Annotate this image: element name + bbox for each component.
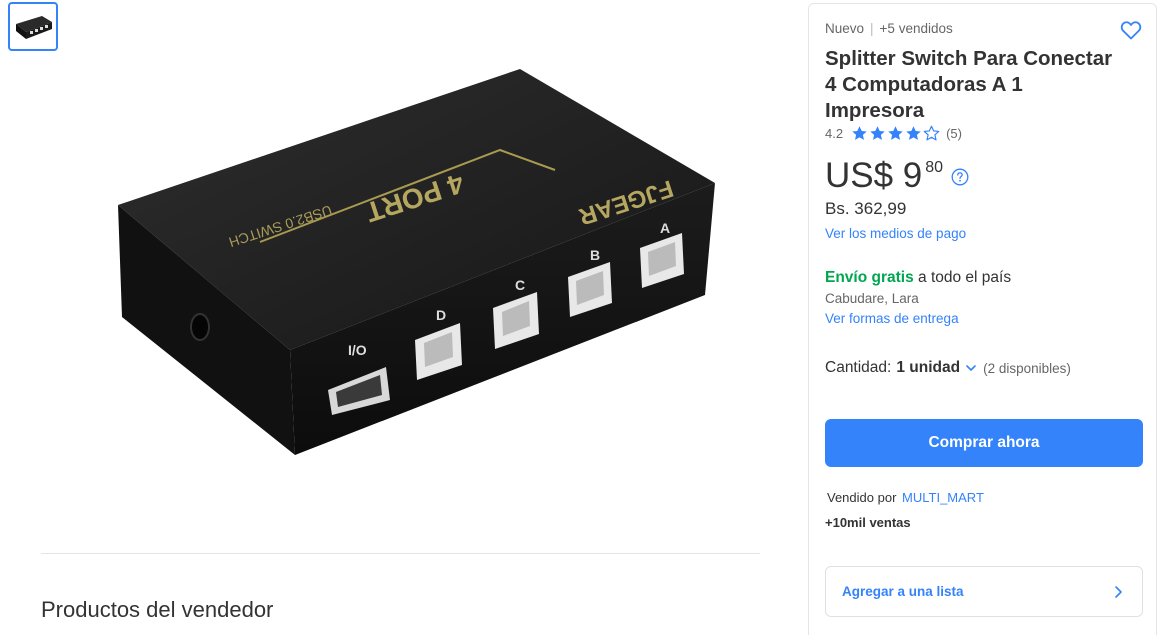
star-filled-icon xyxy=(870,126,885,140)
product-rating[interactable]: 4.2 (5) xyxy=(825,125,962,142)
device-label-b: B xyxy=(590,247,600,263)
device-label-a: A xyxy=(660,220,670,236)
star-filled-icon xyxy=(888,126,903,140)
seller-info: Vendido por MULTI_MART xyxy=(827,490,984,505)
usb-switch-image: 4 PORT USB2.0 SWITCH FJGEAR I/O D C B A xyxy=(118,69,715,455)
price-amount: US$ 9 xyxy=(825,156,923,195)
seller-sales: +10mil ventas xyxy=(825,515,911,530)
shipping-scope: a todo el país xyxy=(913,269,1012,286)
star-empty-icon xyxy=(923,125,940,141)
help-circle-icon[interactable] xyxy=(951,168,969,186)
chevron-right-icon xyxy=(1115,585,1122,598)
subtitle-separator: | xyxy=(870,21,874,36)
product-title: Splitter Switch Para Conectar 4 Computad… xyxy=(825,47,1113,122)
price-cents: 80 xyxy=(925,159,944,176)
rating-count: (5) xyxy=(946,126,962,141)
price-local: Bs. 362,99 xyxy=(825,199,907,218)
rating-value: 4.2 xyxy=(825,126,844,141)
shipping-info: Envío gratis a todo el país xyxy=(825,269,1011,287)
product-thumbnail-image xyxy=(16,15,52,39)
shipping-location: Cabudare, Lara xyxy=(825,291,919,306)
price: US$ 9 80 xyxy=(825,156,969,196)
seller-name-link[interactable]: MULTI_MART xyxy=(902,490,984,505)
sold-count: +5 vendidos xyxy=(879,21,953,36)
device-label-c: C xyxy=(515,277,525,293)
rating-stars xyxy=(851,125,940,142)
quantity-label: Cantidad: xyxy=(825,359,892,376)
product-main-image[interactable]: 4 PORT USB2.0 SWITCH FJGEAR I/O D C B A xyxy=(100,55,740,495)
star-filled-icon xyxy=(906,126,921,140)
buy-now-button[interactable]: Comprar ahora xyxy=(825,419,1143,467)
delivery-options-link[interactable]: Ver formas de entrega xyxy=(825,311,959,326)
star-filled-icon xyxy=(852,126,867,140)
product-thumbnail[interactable] xyxy=(8,2,58,51)
product-subtitle: Nuevo | +5 vendidos xyxy=(825,21,953,36)
device-label-d: D xyxy=(436,307,446,323)
free-shipping-label: Envío gratis xyxy=(825,269,914,286)
add-to-list-button[interactable]: Agregar a una lista xyxy=(825,566,1143,617)
device-label-io: I/O xyxy=(348,342,367,358)
quantity-available: (2 disponibles) xyxy=(983,360,1071,376)
quantity-selector[interactable]: Cantidad: 1 unidad (2 disponibles) xyxy=(825,359,1071,377)
condition-label: Nuevo xyxy=(825,21,865,36)
quantity-value[interactable]: 1 unidad xyxy=(896,359,960,377)
section-divider xyxy=(41,553,760,554)
seller-products-title: Productos del vendedor xyxy=(41,597,274,622)
chevron-down-icon[interactable] xyxy=(965,362,977,374)
payment-methods-link[interactable]: Ver los medios de pago xyxy=(825,226,966,241)
add-to-list-label: Agregar a una lista xyxy=(842,584,964,599)
seller-label: Vendido por xyxy=(827,490,897,505)
favorite-heart-icon[interactable] xyxy=(1119,18,1143,42)
